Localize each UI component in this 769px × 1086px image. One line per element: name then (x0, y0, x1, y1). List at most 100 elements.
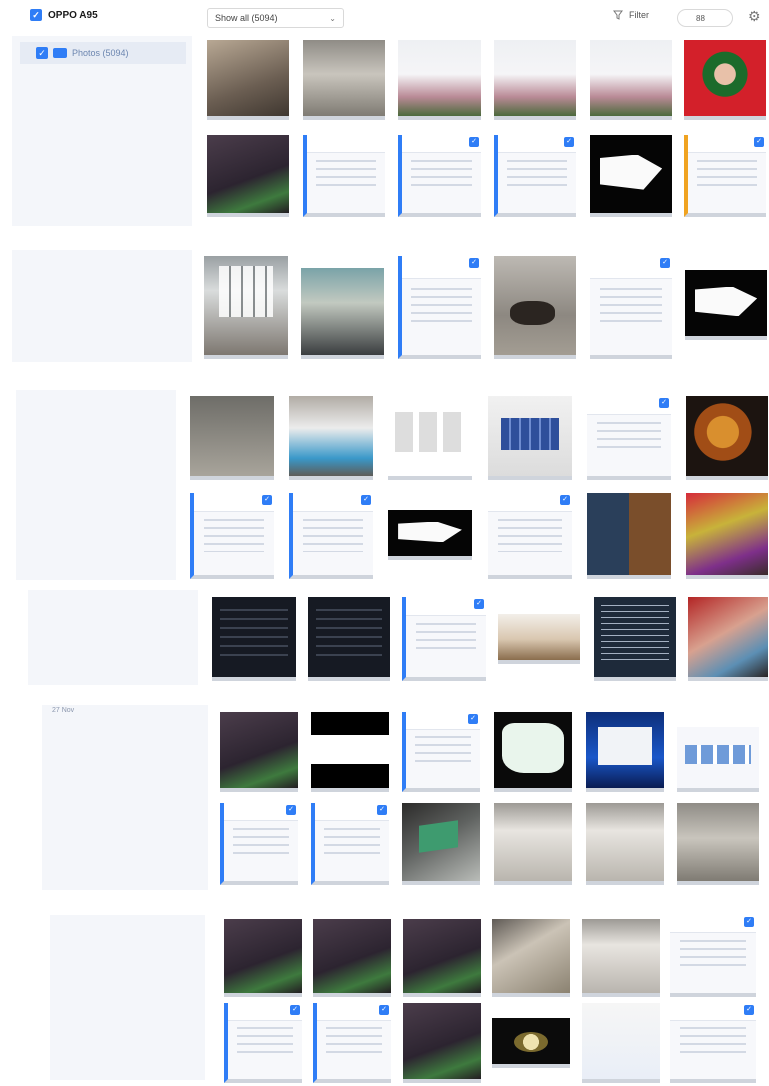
photo-thumbnail[interactable] (207, 40, 289, 120)
photo-thumbnail[interactable] (494, 803, 572, 885)
album-checkbox-icon[interactable]: ✓ (36, 47, 48, 59)
funnel-icon (613, 10, 623, 20)
device-header[interactable]: ✓ OPPO A95 (30, 9, 98, 21)
section-panel-4 (28, 590, 198, 685)
selected-checkbox-icon[interactable]: ✓ (744, 917, 754, 927)
photo-thumbnail[interactable] (313, 919, 391, 997)
selected-checkbox-icon[interactable]: ✓ (469, 137, 479, 147)
photo-thumbnail[interactable] (494, 712, 572, 792)
screenshot-thumbnail[interactable] (677, 727, 759, 792)
screenshot-thumbnail[interactable] (586, 712, 664, 792)
chevron-down-icon: ⌄ (329, 13, 336, 23)
photo-thumbnail[interactable] (492, 919, 570, 997)
section-panel-3 (16, 390, 176, 580)
photo-thumbnail[interactable] (403, 1003, 481, 1083)
selected-checkbox-icon[interactable]: ✓ (560, 495, 570, 505)
section-date-label: 27 Nov (52, 707, 75, 714)
device-checkbox-icon[interactable]: ✓ (30, 9, 42, 21)
device-name: OPPO A95 (48, 9, 98, 21)
top-bar: ✓ OPPO A95 Show all (5094) ⌄ Filter 88 ⚙ (0, 0, 769, 36)
selected-checkbox-icon[interactable]: ✓ (660, 258, 670, 268)
photo-thumbnail[interactable] (582, 919, 660, 997)
album-label: Photos (5094) (72, 48, 129, 58)
photo-thumbnail[interactable] (301, 268, 384, 359)
photo-thumbnail[interactable] (498, 614, 580, 664)
photo-thumbnail[interactable] (677, 803, 759, 885)
photo-thumbnail[interactable] (207, 135, 289, 217)
photo-thumbnail[interactable] (388, 510, 472, 560)
photo-thumbnail[interactable] (289, 396, 373, 480)
selected-checkbox-icon[interactable]: ✓ (744, 1005, 754, 1015)
screenshot-thumbnail[interactable] (594, 597, 676, 681)
show-all-dropdown[interactable]: Show all (5094) ⌄ (207, 8, 344, 28)
folder-icon (53, 48, 67, 58)
screenshot-thumbnail[interactable]: ✓ (402, 597, 486, 681)
photo-thumbnail[interactable] (685, 270, 767, 340)
sidebar-item-photos[interactable]: ✓ Photos (5094) (20, 42, 186, 64)
selected-checkbox-icon[interactable]: ✓ (659, 398, 669, 408)
photo-thumbnail[interactable] (494, 40, 576, 120)
photo-thumbnail[interactable] (590, 135, 672, 217)
photo-thumbnail[interactable] (403, 919, 481, 997)
screenshot-thumbnail[interactable] (303, 135, 385, 217)
sidebar: ✓ Photos (5094) (12, 36, 192, 226)
section-panel-2 (12, 250, 192, 362)
selected-checkbox-icon[interactable]: ✓ (379, 1005, 389, 1015)
filter-button[interactable]: Filter (613, 10, 649, 20)
selected-checkbox-icon[interactable]: ✓ (564, 137, 574, 147)
selected-checkbox-icon[interactable]: ✓ (754, 137, 764, 147)
selected-checkbox-icon[interactable]: ✓ (286, 805, 296, 815)
photo-thumbnail[interactable] (688, 597, 768, 681)
screenshot-thumbnail[interactable] (582, 1003, 660, 1083)
filter-label: Filter (629, 10, 649, 20)
screenshot-thumbnail[interactable]: ✓ (190, 493, 274, 579)
screenshot-thumbnail[interactable]: ✓ (220, 803, 298, 885)
zoom-value: 88 (696, 13, 705, 23)
selected-checkbox-icon[interactable]: ✓ (469, 258, 479, 268)
screenshot-thumbnail[interactable]: ✓ (398, 256, 481, 359)
photo-thumbnail[interactable] (492, 1018, 570, 1068)
screenshot-thumbnail[interactable]: ✓ (398, 135, 481, 217)
photo-thumbnail[interactable] (190, 396, 274, 480)
photo-thumbnail[interactable] (402, 803, 480, 885)
screenshot-thumbnail[interactable]: ✓ (311, 803, 389, 885)
photo-thumbnail[interactable] (686, 493, 768, 579)
photo-thumbnail[interactable] (684, 40, 766, 120)
photo-thumbnail[interactable] (587, 493, 671, 579)
photo-thumbnail[interactable] (398, 40, 481, 120)
screenshot-thumbnail[interactable]: ✓ (590, 256, 672, 359)
screenshot-thumbnail[interactable]: ✓ (402, 712, 480, 792)
photo-thumbnail[interactable] (204, 256, 288, 359)
screenshot-thumbnail[interactable]: ✓ (224, 1003, 302, 1083)
screenshot-thumbnail[interactable]: ✓ (494, 135, 576, 217)
photo-thumbnail[interactable] (590, 40, 672, 120)
screenshot-thumbnail[interactable]: ✓ (670, 1003, 756, 1083)
dropdown-value: Show all (5094) (215, 13, 278, 23)
screenshot-thumbnail[interactable] (311, 712, 389, 792)
screenshot-thumbnail[interactable]: ✓ (313, 1003, 391, 1083)
screenshot-thumbnail[interactable] (212, 597, 296, 681)
selected-checkbox-icon[interactable]: ✓ (290, 1005, 300, 1015)
screenshot-thumbnail[interactable]: ✓ (488, 493, 572, 579)
photo-thumbnail[interactable] (224, 919, 302, 997)
gear-icon[interactable]: ⚙ (748, 9, 761, 23)
screenshot-thumbnail[interactable]: ✓ (670, 915, 756, 997)
screenshot-thumbnail[interactable] (488, 396, 572, 480)
photo-thumbnail[interactable] (494, 256, 576, 359)
screenshot-thumbnail[interactable]: ✓ (684, 135, 766, 217)
selected-checkbox-icon[interactable]: ✓ (377, 805, 387, 815)
photo-thumbnail[interactable] (388, 396, 472, 480)
selected-checkbox-icon[interactable]: ✓ (468, 714, 478, 724)
photo-thumbnail[interactable] (686, 396, 768, 480)
screenshot-thumbnail[interactable]: ✓ (587, 396, 671, 480)
selected-checkbox-icon[interactable]: ✓ (361, 495, 371, 505)
section-panel-5: 27 Nov (42, 705, 208, 890)
selected-checkbox-icon[interactable]: ✓ (262, 495, 272, 505)
screenshot-thumbnail[interactable] (308, 597, 390, 681)
photo-thumbnail[interactable] (220, 712, 298, 792)
screenshot-thumbnail[interactable]: ✓ (289, 493, 373, 579)
photo-thumbnail[interactable] (303, 40, 385, 120)
selected-checkbox-icon[interactable]: ✓ (474, 599, 484, 609)
zoom-field[interactable]: 88 (677, 9, 733, 27)
photo-thumbnail[interactable] (586, 803, 664, 885)
